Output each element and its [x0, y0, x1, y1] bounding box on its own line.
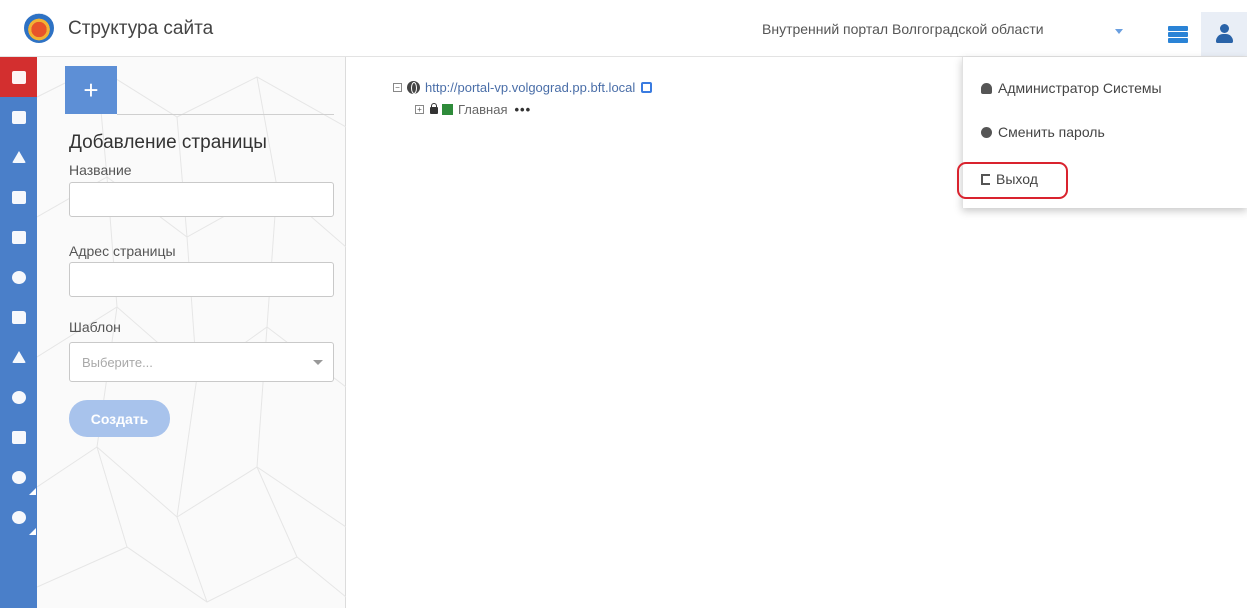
add-page-panel: + Добавление страницы Название Адрес стр…: [37, 57, 346, 608]
menu-item-admin[interactable]: Администратор Системы: [981, 80, 1162, 96]
logo-icon: [24, 13, 54, 43]
menu-item-label: Администратор Системы: [998, 80, 1162, 96]
sitemap-icon: [11, 151, 26, 163]
sidebar-item-database[interactable]: [0, 377, 37, 417]
lock-icon: [430, 103, 438, 114]
sidebar-item-user[interactable]: [0, 457, 37, 497]
site-structure-icon: [11, 70, 26, 84]
sidebar-item-comments[interactable]: [0, 217, 37, 257]
comments-icon: [11, 230, 26, 244]
user-menu-button[interactable]: [1201, 12, 1247, 56]
gear-icon: [981, 126, 992, 138]
chevron-down-icon: [313, 360, 323, 365]
portal-selector[interactable]: Внутренний портал Волгоградской области: [762, 21, 1044, 37]
template-placeholder: Выберите...: [82, 355, 153, 370]
highlight-annotation: [957, 162, 1068, 199]
users-group-icon: [11, 510, 26, 524]
sidebar-item-education[interactable]: [0, 337, 37, 377]
tasks-icon: [11, 110, 26, 124]
more-icon[interactable]: •••: [514, 102, 531, 117]
sidebar-item-help[interactable]: [0, 257, 37, 297]
user-icon: [1215, 24, 1233, 44]
statistics-icon: [11, 430, 26, 444]
sidebar-item-site-structure[interactable]: [0, 57, 37, 97]
page-title: Структура сайта: [68, 18, 214, 39]
servers-icon[interactable]: [1155, 12, 1201, 56]
panel-title: Добавление страницы: [69, 132, 267, 153]
name-label: Название: [69, 162, 132, 178]
divider: [117, 114, 334, 115]
expand-toggle[interactable]: +: [415, 105, 424, 114]
site-url-link[interactable]: http://portal-vp.volgograd.pp.bft.local: [425, 80, 635, 95]
sidebar-item-tasks[interactable]: [0, 97, 37, 137]
sidebar-item-news[interactable]: [0, 177, 37, 217]
news-icon: [11, 190, 26, 204]
corner-indicator: [29, 488, 36, 495]
sidebar-item-statistics[interactable]: [0, 417, 37, 457]
name-input[interactable]: [69, 182, 334, 217]
tree-node-label[interactable]: Главная: [458, 102, 507, 117]
external-link-icon[interactable]: [641, 82, 653, 93]
database-settings-icon: [11, 390, 26, 404]
template-select[interactable]: Выберите...: [69, 342, 334, 382]
menu-item-change-password[interactable]: Сменить пароль: [981, 124, 1105, 140]
template-label: Шаблон: [69, 319, 121, 335]
user-icon: [11, 470, 26, 484]
tree-root-row: − http://portal-vp.volgograd.pp.bft.loca…: [393, 80, 653, 95]
sidebar-item-users-group[interactable]: [0, 497, 37, 537]
user-icon: [981, 82, 992, 94]
sidebar-item-sitemap[interactable]: [0, 137, 37, 177]
top-bar: Структура сайта Внутренний портал Волгог…: [0, 0, 1247, 57]
folder-icon: [11, 310, 26, 324]
create-button[interactable]: Создать: [69, 400, 170, 437]
education-icon: [11, 351, 26, 363]
add-page-button[interactable]: +: [65, 66, 117, 114]
address-label: Адрес страницы: [69, 243, 176, 259]
globe-icon: [407, 81, 420, 94]
address-input[interactable]: [69, 262, 334, 297]
tree-child-row: + Главная •••: [415, 102, 531, 117]
collapse-toggle[interactable]: −: [393, 83, 402, 92]
status-icon: [442, 104, 453, 115]
menu-item-label: Сменить пароль: [998, 124, 1105, 140]
sidebar: [0, 57, 37, 608]
chevron-down-icon[interactable]: [1115, 29, 1123, 34]
help-icon: [11, 270, 26, 284]
corner-indicator: [29, 528, 36, 535]
sidebar-item-folder[interactable]: [0, 297, 37, 337]
